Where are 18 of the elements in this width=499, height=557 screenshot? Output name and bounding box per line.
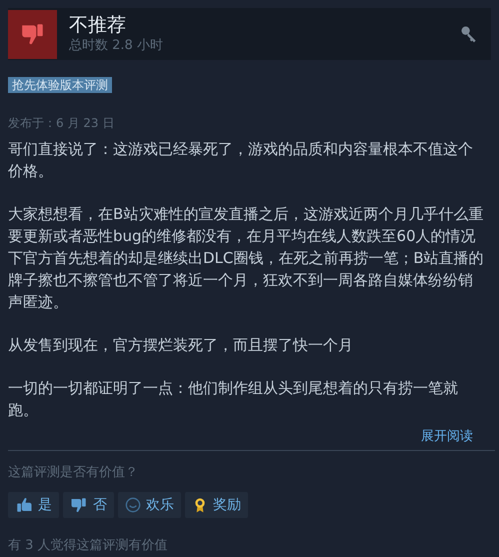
early-access-tag: 抢先体验版本评测 (8, 77, 112, 93)
helpful-count: 有 3 人觉得这篇评测有价值 (8, 537, 169, 555)
award-button[interactable]: 奖励 (185, 492, 248, 518)
review-paragraph: 哥们直接说了：这游戏已经暴死了，游戏的品质和内容量根本不值这个价格。 (8, 139, 474, 182)
thumbs-down-icon (70, 496, 88, 514)
smiley-icon (125, 497, 141, 513)
review-paragraph: 一切的一切都证明了一点：他们制作组从头到尾想着的只有捞一笔就跑。 (8, 378, 459, 421)
vote-button[interactable]: 是 (8, 492, 59, 518)
expand-link[interactable]: 展开阅读 (421, 427, 473, 446)
helpful-question: 这篇评测是否有价值？ (8, 464, 139, 482)
vote-button[interactable]: 否 (63, 492, 114, 518)
playtime-text: 总时数 2.8 小时 (69, 37, 164, 55)
vote-button[interactable]: 欢乐 (118, 492, 181, 518)
thumbs-up-icon (15, 496, 33, 514)
post-date: 发布于：6 月 23 日 (8, 115, 116, 132)
verdict-title: 不推荐 (69, 13, 127, 37)
review-paragraph: 从发售到现在，官方摆烂装死了，而且摆了快一个月 (8, 335, 354, 356)
review-paragraph: 大家想想看，在B站灾难性的宣发直播之后，这游戏近两个月几乎什么重要更新或者恶性bug的维修都没有，在月平均在线人数跌至60人的情况下官方首先想着的却是继续出DLC圈钱，在死之前再捞一笔；B站直播的牌子擦也不擦管也不管了将近一个月，狂欢不到一周各路自媒体纷纷销声匿迹。 (8, 204, 484, 313)
